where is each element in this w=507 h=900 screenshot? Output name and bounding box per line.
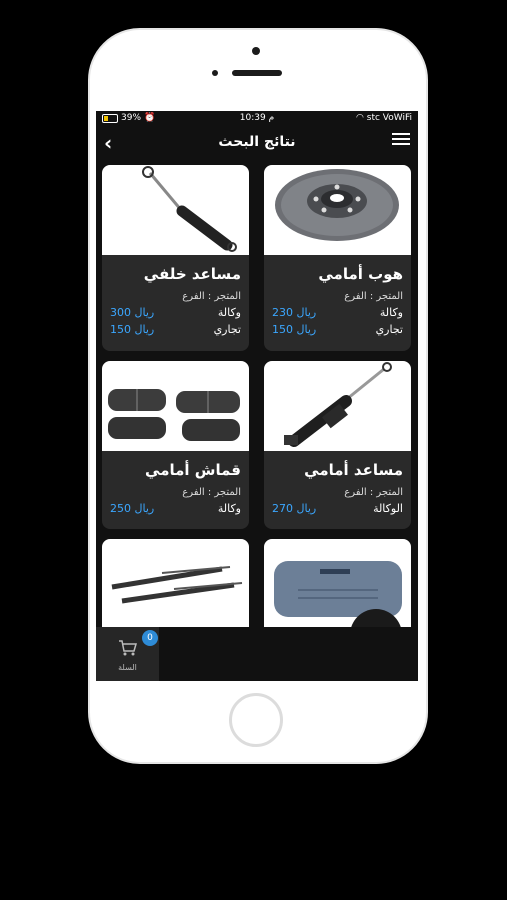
price-type: وكالة — [379, 306, 403, 319]
product-card[interactable]: مساعد أمامي المتجر : الفرع الوكالة 270 ر… — [264, 361, 411, 529]
product-card[interactable]: قماش أمامي المتجر : الفرع وكالة 250 ريال — [102, 361, 249, 529]
price-row: وكالة 250 ريال — [110, 502, 241, 515]
price-type: تجاري — [375, 323, 403, 336]
carrier-name: stc VoWiFi — [366, 113, 412, 123]
price-type: وكالة — [217, 502, 241, 515]
price-value: 150 ريال — [272, 323, 317, 336]
cart-tab[interactable]: 0 السلة — [96, 627, 159, 681]
top-nav: ‹ نتائج البحث — [96, 127, 418, 163]
bottom-tab-bar: 0 السلة — [96, 627, 418, 681]
price-value: 300 ريال — [110, 306, 155, 319]
product-store: المتجر : الفرع — [182, 291, 241, 302]
price-type: وكالة — [217, 306, 241, 319]
product-card[interactable]: هوب أمامي المتجر : الفرع وكالة 230 ريال … — [264, 165, 411, 351]
price-type: تجاري — [213, 323, 241, 336]
price-type: الوكالة — [373, 502, 403, 515]
product-image — [264, 361, 411, 451]
price-row: الوكالة 270 ريال — [272, 502, 403, 515]
price-row: تجاري 150 ريال — [110, 323, 241, 336]
page-title: نتائج البحث — [218, 134, 296, 150]
status-bar: 39% ⏰ 10:39 م ◠ stc VoWiFi — [96, 111, 418, 127]
cart-label: السلة — [118, 663, 137, 672]
cart-icon — [119, 640, 137, 656]
product-store: المتجر : الفرع — [344, 487, 403, 498]
wifi-icon: ◠ — [356, 113, 364, 123]
product-image — [102, 361, 249, 451]
carrier-status: ◠ stc VoWiFi — [356, 113, 412, 123]
price-value: 150 ريال — [110, 323, 155, 336]
product-image — [264, 165, 411, 255]
product-name: مساعد أمامي — [304, 461, 403, 479]
earpiece-speaker — [232, 70, 282, 76]
price-value: 250 ريال — [110, 502, 155, 515]
product-name: هوب أمامي — [318, 265, 403, 283]
product-image — [102, 539, 249, 629]
product-name: قماش أمامي — [145, 461, 241, 479]
product-name: مساعد خلفي — [143, 265, 241, 283]
price-row: وكالة 230 ريال — [272, 306, 403, 319]
price-row: تجاري 150 ريال — [272, 323, 403, 336]
product-store: المتجر : الفرع — [182, 487, 241, 498]
hamburger-menu-icon[interactable] — [392, 130, 410, 146]
price-value: 270 ريال — [272, 502, 317, 515]
cart-count-badge: 0 — [142, 630, 158, 646]
price-value: 230 ريال — [272, 306, 317, 319]
app-screen: 39% ⏰ 10:39 م ◠ stc VoWiFi ‹ نتائج البحث — [96, 111, 418, 681]
price-row: وكالة 300 ريال — [110, 306, 241, 319]
home-button[interactable] — [229, 693, 283, 747]
proximity-sensor — [212, 70, 218, 76]
front-camera — [252, 47, 260, 55]
product-card[interactable]: مساعد خلفي المتجر : الفرع وكالة 300 ريال… — [102, 165, 249, 351]
product-image — [102, 165, 249, 255]
product-store: المتجر : الفرع — [344, 291, 403, 302]
